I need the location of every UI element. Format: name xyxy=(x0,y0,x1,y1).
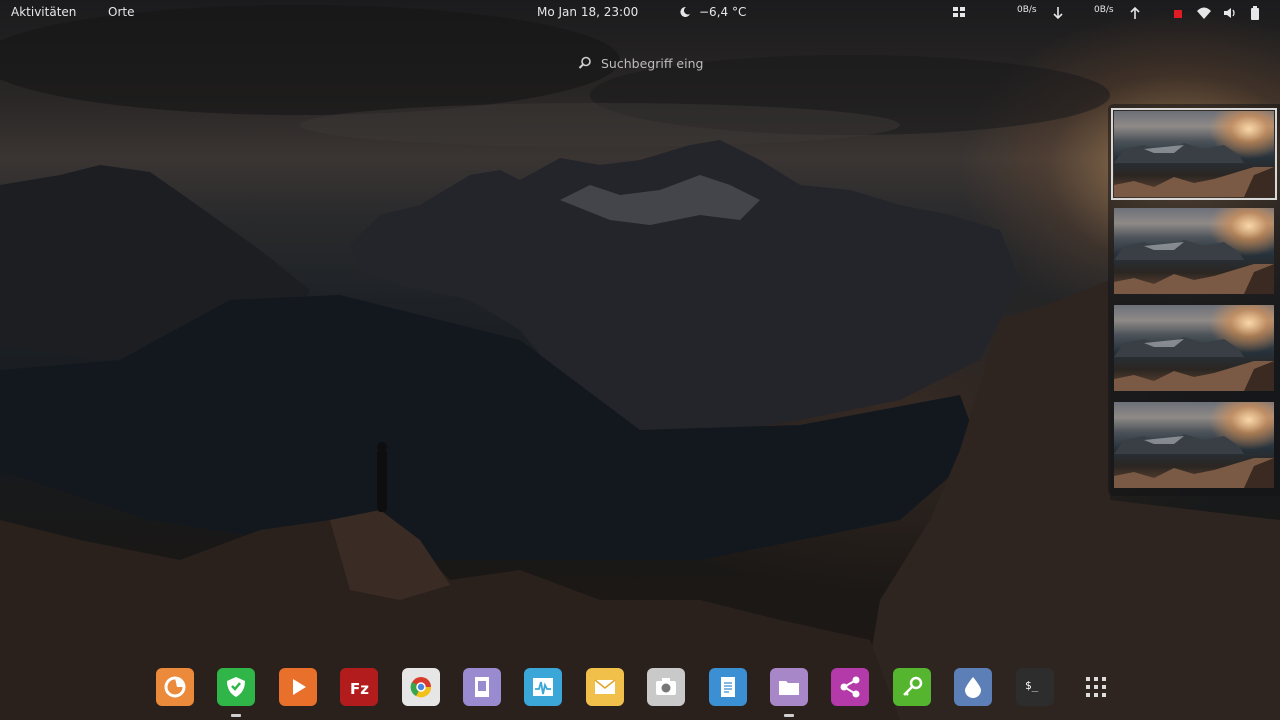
foreground-rocks xyxy=(1114,361,1274,391)
media-player-icon[interactable] xyxy=(279,668,317,706)
search-icon xyxy=(578,56,591,69)
foreground-rocks xyxy=(1114,167,1274,197)
top-bar: Aktivitäten Orte Mo Jan 18, 23:00 −6,4 °… xyxy=(0,0,1280,24)
share-icon[interactable] xyxy=(831,668,869,706)
mountain-ridge xyxy=(1114,434,1244,454)
net-download-speed: 0B/s xyxy=(1017,5,1037,15)
svg-text:Fz: Fz xyxy=(350,680,369,698)
mountain-ridge xyxy=(1114,240,1244,260)
net-upload-speed: 0B/s xyxy=(1094,5,1114,15)
activities-button[interactable]: Aktivitäten xyxy=(11,5,76,19)
temperature-label: −6,4 °C xyxy=(699,5,747,19)
shield-browser-icon[interactable] xyxy=(217,668,255,706)
mountain-ridge xyxy=(1114,337,1244,357)
running-indicator xyxy=(231,714,241,717)
mail-icon[interactable] xyxy=(586,668,624,706)
desktop-wallpaper xyxy=(0,0,1280,720)
screenshot-icon[interactable] xyxy=(647,668,685,706)
arrow-down-icon xyxy=(1052,5,1064,24)
app-grid-icon[interactable] xyxy=(1077,668,1115,706)
chrome-icon[interactable] xyxy=(402,668,440,706)
firefox-icon[interactable] xyxy=(156,668,194,706)
wifi-icon[interactable] xyxy=(1196,5,1212,24)
workspace-indicator-icon[interactable] xyxy=(952,5,966,22)
workspace-thumbnail[interactable] xyxy=(1111,108,1277,200)
overview-search[interactable] xyxy=(574,52,734,74)
foreground-rocks xyxy=(1114,458,1274,488)
terminal-icon[interactable]: $_ xyxy=(1016,668,1054,706)
moon-icon xyxy=(680,6,690,17)
mountain-ridge xyxy=(1114,143,1244,163)
search-input[interactable] xyxy=(601,53,709,73)
battery-icon[interactable] xyxy=(1250,5,1260,24)
keys-icon[interactable] xyxy=(893,668,931,706)
water-drop-icon[interactable] xyxy=(954,668,992,706)
places-menu[interactable]: Orte xyxy=(108,5,134,19)
arrow-up-icon xyxy=(1129,5,1141,24)
workspace-thumbnail[interactable] xyxy=(1114,208,1274,294)
recording-indicator-icon[interactable] xyxy=(1174,7,1182,21)
dash: Fz $_ xyxy=(0,662,1280,720)
volume-icon[interactable] xyxy=(1222,5,1238,24)
document-viewer-icon[interactable] xyxy=(463,668,501,706)
weather-indicator[interactable]: −6,4 °C xyxy=(679,5,746,19)
text-document-icon[interactable] xyxy=(709,668,747,706)
clock[interactable]: Mo Jan 18, 23:00 xyxy=(537,5,638,19)
filezilla-icon[interactable]: Fz xyxy=(340,668,378,706)
workspace-thumbnail[interactable] xyxy=(1114,402,1274,488)
workspace-thumbnail[interactable] xyxy=(1114,305,1274,391)
system-monitor-icon[interactable] xyxy=(524,668,562,706)
running-indicator xyxy=(784,714,794,717)
files-icon[interactable] xyxy=(770,668,808,706)
foreground-rocks xyxy=(1114,264,1274,294)
svg-text:$_: $_ xyxy=(1025,679,1039,692)
